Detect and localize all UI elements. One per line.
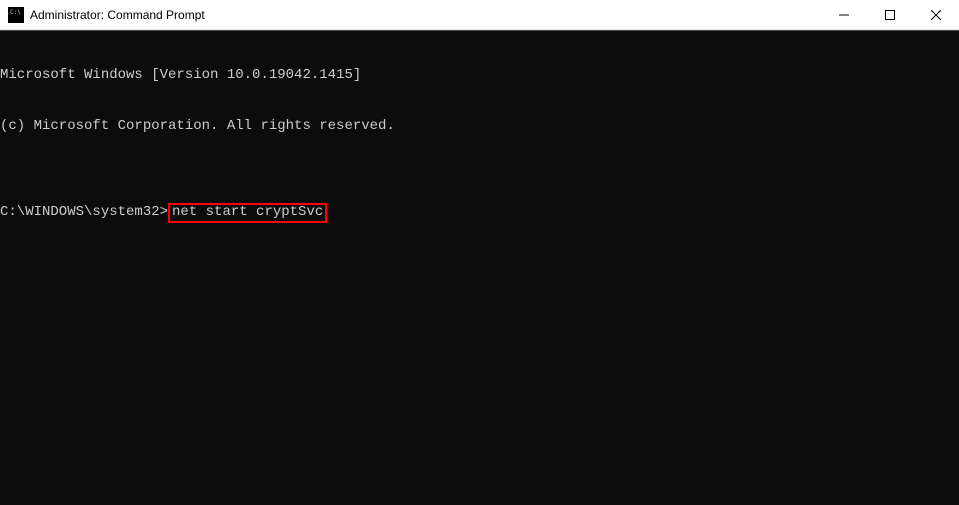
prompt-line: C:\WINDOWS\system32>net start cryptSvc: [0, 203, 959, 223]
highlighted-command: net start cryptSvc: [168, 203, 327, 223]
version-line: Microsoft Windows [Version 10.0.19042.14…: [0, 67, 959, 84]
titlebar[interactable]: Administrator: Command Prompt: [0, 0, 959, 30]
maximize-button[interactable]: [867, 0, 913, 29]
minimize-button[interactable]: [821, 0, 867, 29]
maximize-icon: [885, 10, 895, 20]
command-prompt-window: Administrator: Command Prompt Microsoft: [0, 0, 959, 505]
cmd-icon: [8, 7, 24, 23]
window-title: Administrator: Command Prompt: [30, 8, 821, 22]
close-icon: [931, 10, 941, 20]
minimize-icon: [839, 10, 849, 20]
command-text: net start cryptSvc: [172, 204, 323, 220]
close-button[interactable]: [913, 0, 959, 29]
window-controls: [821, 0, 959, 29]
prompt-path: C:\WINDOWS\system32>: [0, 204, 168, 221]
copyright-line: (c) Microsoft Corporation. All rights re…: [0, 118, 959, 135]
terminal-area[interactable]: Microsoft Windows [Version 10.0.19042.14…: [0, 30, 959, 505]
